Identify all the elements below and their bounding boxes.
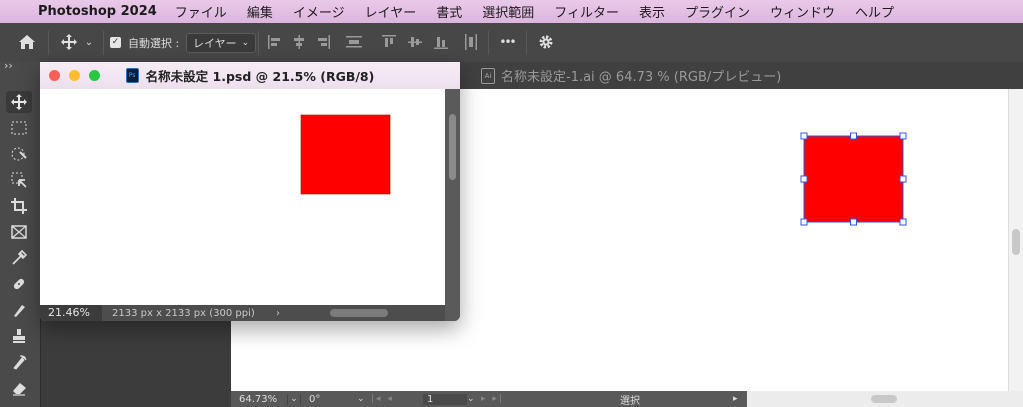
home-icon[interactable]	[14, 31, 40, 53]
menu-help[interactable]: ヘルプ	[855, 2, 894, 21]
info-menu-arrow-icon[interactable]: ›	[276, 308, 290, 319]
tools-panel: ››	[0, 59, 41, 407]
distribute-icon[interactable]	[344, 31, 364, 53]
canvas-psd[interactable]	[40, 89, 445, 305]
brush-tool-icon[interactable]	[6, 299, 32, 321]
current-tool-label: 選択	[620, 395, 640, 407]
auto-select-label: 自動選択 :	[128, 36, 180, 50]
menu-bar: Photoshop 2024 ファイル 編集 イメージ レイヤー 書式 選択範囲…	[0, 0, 1023, 23]
align-bottom-icon[interactable]	[432, 31, 450, 53]
red-square-layer	[300, 114, 391, 195]
auto-select-dropdown[interactable]: レイヤー ⌄	[186, 33, 257, 53]
healing-brush-tool-icon[interactable]	[6, 273, 32, 295]
align-top-icon[interactable]	[380, 31, 398, 53]
document-window-psd: Ps 名称未設定 1.psd @ 21.5% (RGB/8) 21.46% 21…	[40, 62, 460, 321]
artboard-next-last-icon[interactable]: ▸ ▸|	[481, 394, 527, 404]
menu-select[interactable]: 選択範囲	[482, 2, 534, 21]
menu-plugins[interactable]: プラグイン	[685, 2, 750, 21]
menu-window[interactable]: ウィンドウ	[770, 2, 835, 21]
minimize-window-button[interactable]	[69, 70, 80, 81]
align-right-icon[interactable]	[314, 31, 332, 53]
menu-image[interactable]: イメージ	[293, 2, 345, 21]
status-bar-ai: 64.73% ⌄ 0° ⌄ |◂ ◂ 1 ⌄ ▸ ▸| 選択 ▸	[231, 391, 1023, 407]
collapse-panel-icon[interactable]: ››	[4, 59, 13, 72]
more-options-icon[interactable]: •••	[496, 32, 518, 52]
move-tool-icon[interactable]	[58, 31, 80, 53]
stamp-tool-icon[interactable]	[6, 325, 32, 347]
red-rectangle-shape	[803, 135, 904, 223]
scroll-thumb[interactable]	[1012, 229, 1020, 255]
distribute-vertical-icon[interactable]	[462, 31, 480, 53]
align-left-icon[interactable]	[266, 31, 284, 53]
move-tool-icon[interactable]	[6, 91, 32, 113]
menu-file[interactable]: ファイル	[175, 2, 227, 21]
close-window-button[interactable]	[49, 70, 60, 81]
ps-file-icon: Ps	[125, 68, 139, 83]
chevron-down-icon[interactable]: ⌄	[82, 31, 96, 53]
zoom-level-ai[interactable]: 64.73%	[231, 393, 288, 405]
document-titlebar-psd[interactable]: Ps 名称未設定 1.psd @ 21.5% (RGB/8)	[40, 62, 460, 90]
horizontal-scrollbar-psd[interactable]	[290, 305, 445, 321]
menu-layer[interactable]: レイヤー	[365, 2, 417, 21]
gear-icon[interactable]	[536, 32, 556, 52]
eyedropper-tool-icon[interactable]	[6, 247, 32, 269]
document-title-psd: 名称未設定 1.psd @ 21.5% (RGB/8)	[145, 69, 375, 84]
ai-file-icon: Ai	[481, 67, 495, 84]
align-horizontal-center-icon[interactable]	[290, 31, 308, 53]
chevron-down-icon[interactable]: ⌄	[357, 394, 371, 404]
vertical-scrollbar-ai[interactable]	[1008, 89, 1023, 391]
vertical-scrollbar-psd[interactable]	[445, 89, 460, 305]
options-bar: ⌄ ✓ 自動選択 : レイヤー ⌄ •••	[0, 23, 1023, 63]
scroll-thumb[interactable]	[449, 114, 456, 180]
align-vertical-center-icon[interactable]	[406, 31, 424, 53]
artboard-first-prev-icon[interactable]: |◂ ◂	[371, 394, 423, 404]
chevron-down-icon[interactable]: ⌄	[467, 394, 481, 404]
history-brush-tool-icon[interactable]	[6, 351, 32, 373]
status-bar-psd: 21.46% 2133 px x 2133 px (300 ppi) ›	[40, 305, 460, 321]
eraser-tool-icon[interactable]	[6, 377, 32, 399]
menu-view[interactable]: 表示	[639, 2, 665, 21]
scroll-thumb[interactable]	[871, 395, 897, 403]
rotation-value[interactable]: 0°	[300, 393, 357, 405]
crop-tool-icon[interactable]	[6, 195, 32, 217]
menu-type[interactable]: 書式	[436, 2, 462, 21]
scroll-thumb[interactable]	[330, 309, 388, 317]
menu-edit[interactable]: 編集	[247, 2, 273, 21]
marquee-tool-icon[interactable]	[6, 117, 32, 139]
auto-select-value: レイヤー	[193, 37, 237, 50]
document-info: 2133 px x 2133 px (300 ppi)	[112, 307, 255, 319]
artboard-number[interactable]: 1	[423, 393, 467, 405]
play-arrow-icon[interactable]: ▸	[733, 394, 747, 404]
quick-select-tool-icon[interactable]	[6, 169, 32, 191]
auto-select-checkbox[interactable]: ✓	[109, 36, 122, 49]
zoom-level-psd[interactable]: 21.46%	[40, 305, 102, 321]
horizontal-scrollbar-ai[interactable]	[747, 391, 1023, 407]
document-title-ai: 名称未設定-1.ai @ 64.73 % (RGB/プレビュー)	[501, 70, 782, 85]
object-selection-tool-icon[interactable]	[6, 143, 32, 165]
chevron-down-icon: ⌄	[241, 38, 250, 48]
chevron-down-icon[interactable]: ⌄	[288, 394, 300, 404]
frame-tool-icon[interactable]	[6, 221, 32, 243]
menu-app-name[interactable]: Photoshop 2024	[38, 4, 157, 19]
zoom-window-button[interactable]	[89, 70, 100, 81]
menu-filter[interactable]: フィルター	[554, 2, 619, 21]
